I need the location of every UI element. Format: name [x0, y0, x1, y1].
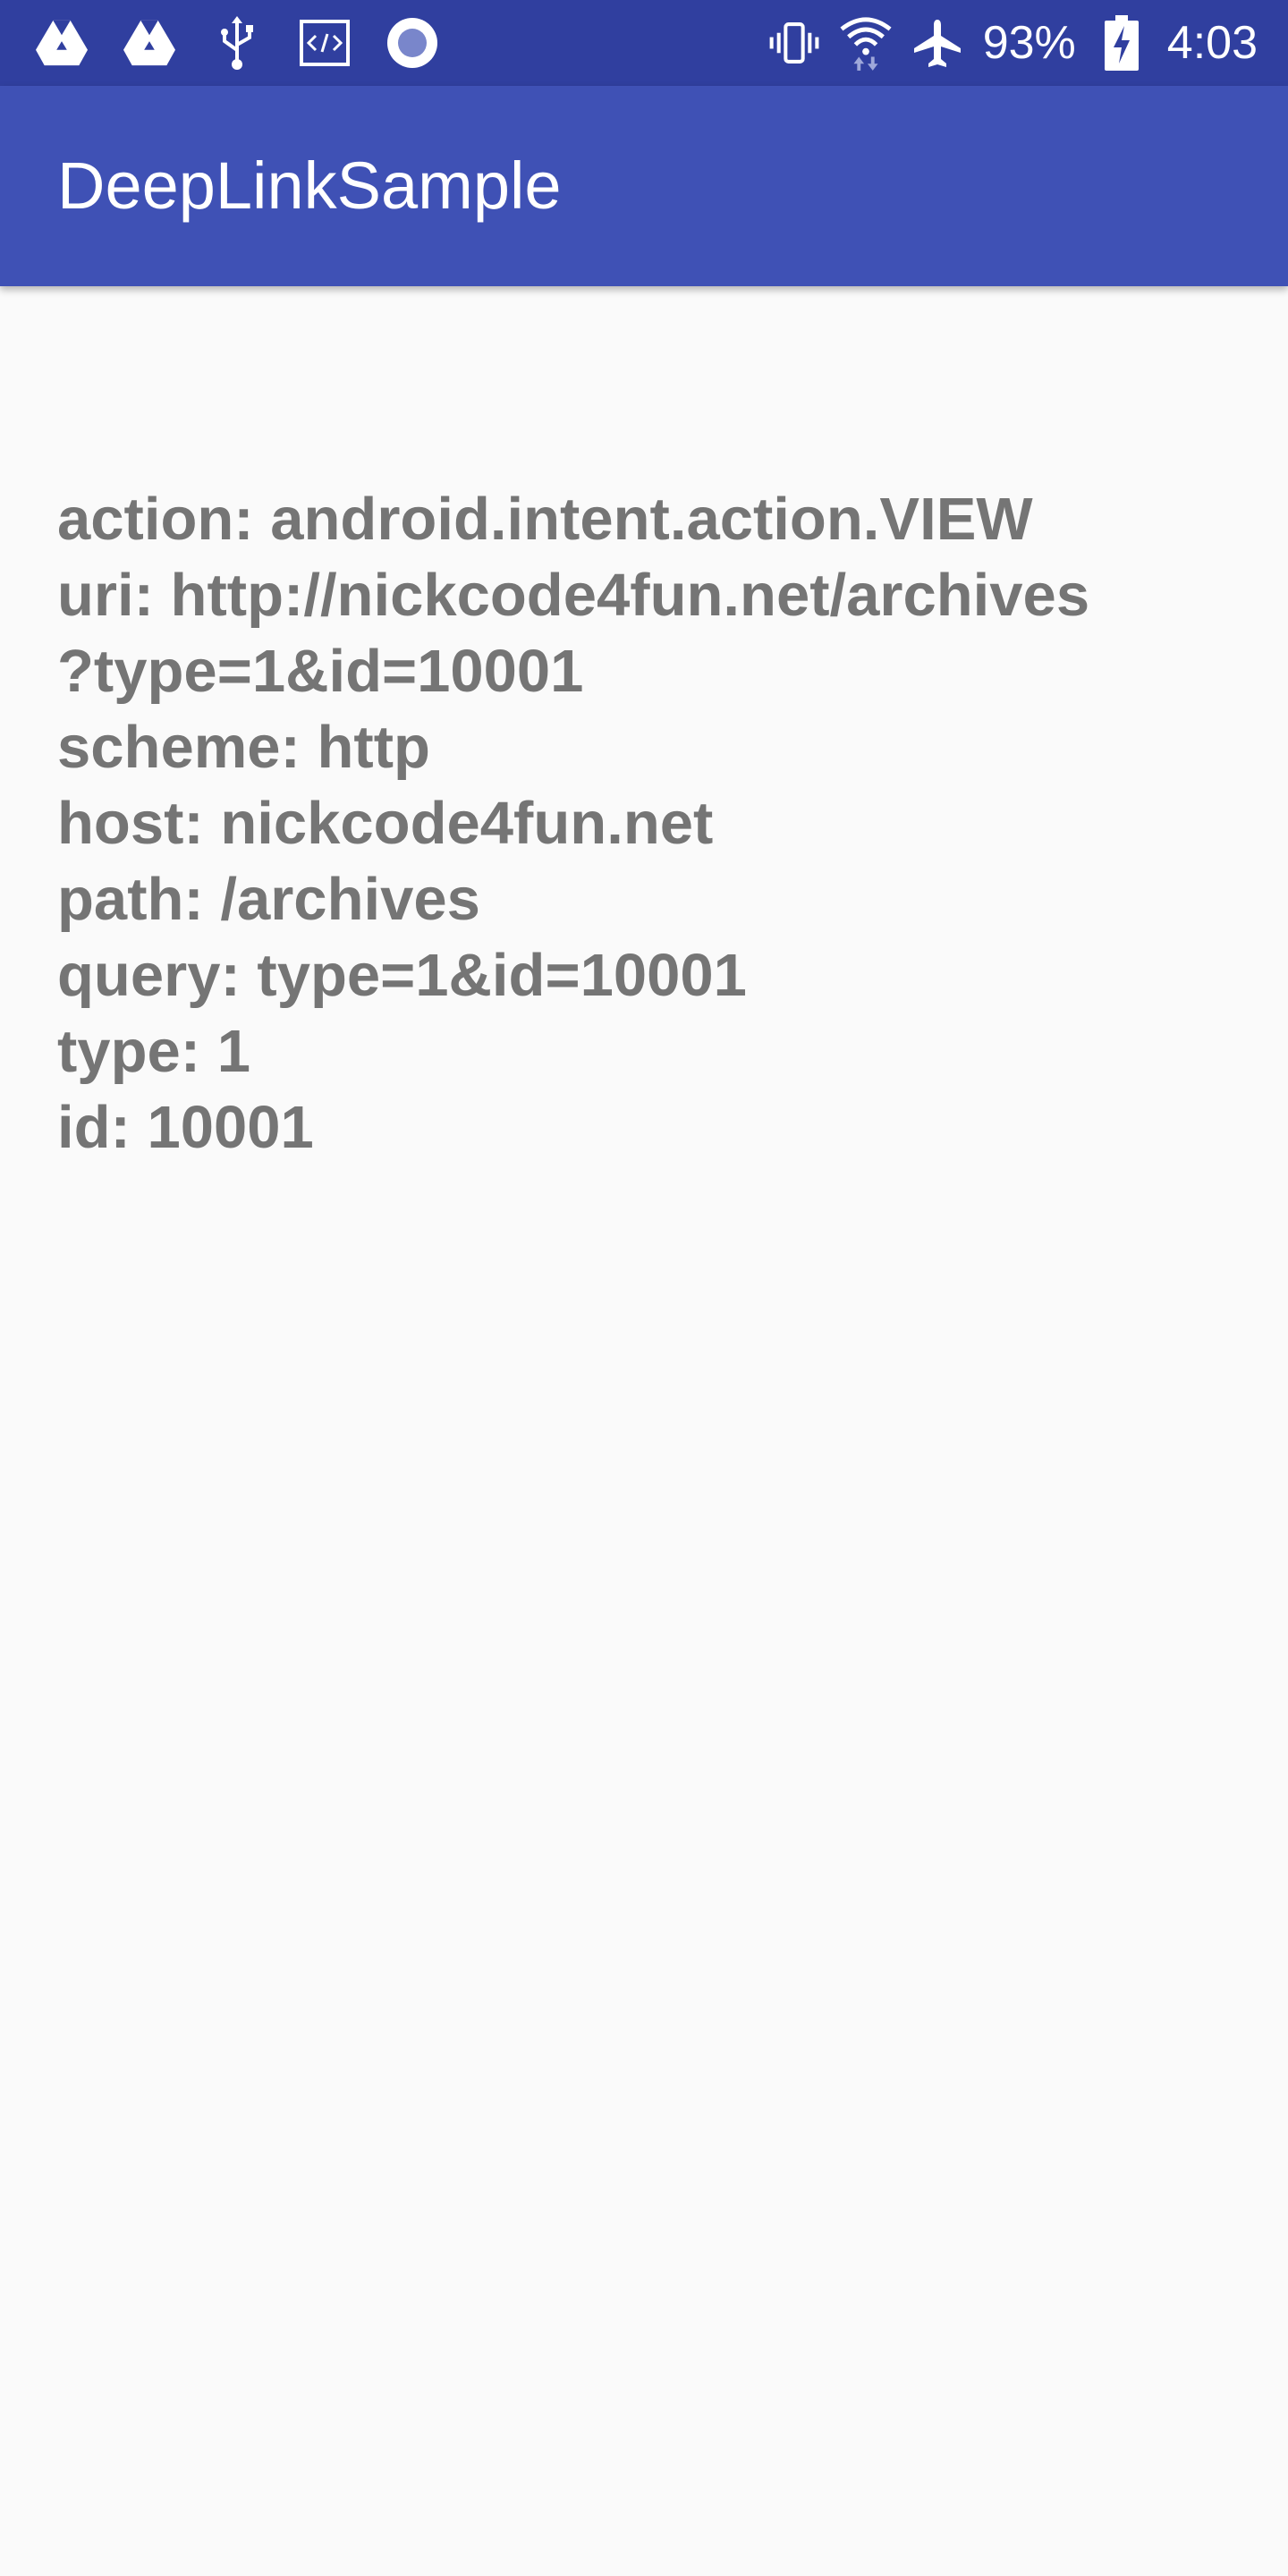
status-notification-icons: [36, 0, 438, 86]
airplane-icon: [911, 17, 963, 69]
intent-uri-continuation-line: ?type=1&id=10001: [57, 638, 584, 705]
battery-charging-icon: [1096, 15, 1148, 71]
record-icon: [386, 17, 438, 69]
intent-host-line: host: nickcode4fun.net: [57, 790, 714, 857]
vibrate-icon: [768, 17, 820, 69]
drive-icon: [36, 17, 88, 69]
battery-percent: 93%: [982, 17, 1076, 69]
wifi-icon: [840, 17, 892, 71]
clock: 4:03: [1166, 17, 1258, 69]
code-icon: [299, 17, 351, 69]
app-bar: DeepLinkSample: [0, 86, 1288, 286]
intent-uri-line: uri: http://nickcode4fun.net/archives: [57, 562, 1090, 629]
intent-query-line: query: type=1&id=10001: [57, 942, 747, 1009]
intent-path-line: path: /archives: [57, 866, 480, 933]
intent-scheme-line: scheme: http: [57, 714, 430, 781]
usb-icon: [211, 16, 263, 70]
intent-id-line: id: 10001: [57, 1094, 314, 1161]
drive-icon: [123, 17, 175, 69]
status-bar: 93% 4:03: [0, 0, 1288, 86]
intent-action-line: action: android.intent.action.VIEW: [57, 486, 1033, 553]
status-system-icons: 93% 4:03: [768, 0, 1258, 86]
intent-type-line: type: 1: [57, 1018, 250, 1085]
intent-info: action: android.intent.action.VIEW uri: …: [57, 481, 1238, 1165]
app-title: DeepLinkSample: [57, 148, 562, 223]
